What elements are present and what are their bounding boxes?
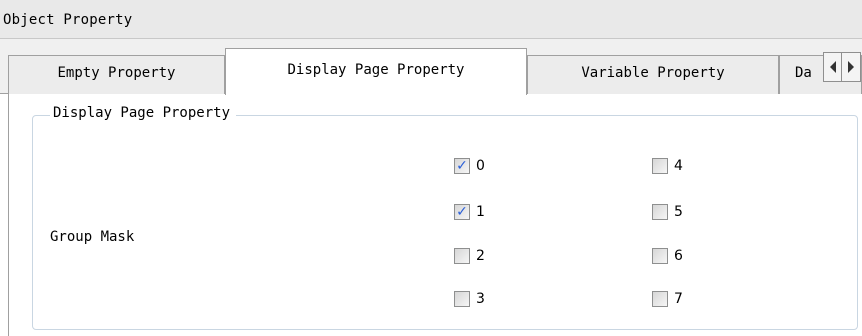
checkbox-label: 7 (674, 291, 683, 307)
checkbox-box[interactable]: ✓ (652, 158, 668, 174)
group-mask-checkbox-6[interactable]: ✓ 6 (652, 246, 683, 266)
window-titlebar: Object Property (0, 0, 862, 39)
group-mask-checkbox-3[interactable]: ✓ 3 (454, 289, 485, 309)
checkbox-label: 5 (674, 204, 683, 220)
checkbox-label: 0 (476, 158, 485, 174)
checkbox-box[interactable]: ✓ (652, 248, 668, 264)
tab-scroll-right-button[interactable] (842, 52, 861, 82)
group-mask-checkbox-4[interactable]: ✓ 4 (652, 156, 683, 176)
checkmark-icon: ✓ (456, 204, 468, 220)
checkbox-box[interactable]: ✓ (652, 291, 668, 307)
group-mask-checkbox-2[interactable]: ✓ 2 (454, 246, 485, 266)
checkbox-box[interactable]: ✓ (454, 158, 470, 174)
group-mask-label: Group Mask (50, 229, 135, 245)
checkbox-box[interactable]: ✓ (454, 291, 470, 307)
checkbox-box[interactable]: ✓ (454, 248, 470, 264)
tab-strip: Empty Property Variable Property Da Disp… (0, 39, 862, 95)
tab-variable-property[interactable]: Variable Property (527, 55, 779, 94)
checkbox-box[interactable]: ✓ (454, 204, 470, 220)
tab-scroll-buttons (823, 52, 861, 82)
checkbox-box[interactable]: ✓ (652, 204, 668, 220)
tab-display-page-property[interactable]: Display Page Property (225, 48, 527, 95)
checkbox-label: 6 (674, 248, 683, 264)
group-mask-checkbox-1[interactable]: ✓ 1 (454, 202, 485, 222)
checkbox-label: 1 (476, 204, 485, 220)
tab-empty-property[interactable]: Empty Property (8, 55, 225, 94)
groupbox-legend: Display Page Property (50, 105, 237, 121)
group-mask-checkbox-5[interactable]: ✓ 5 (652, 202, 683, 222)
group-mask-checkbox-7[interactable]: ✓ 7 (652, 289, 683, 309)
checkbox-label: 4 (674, 158, 683, 174)
group-mask-checkbox-0[interactable]: ✓ 0 (454, 156, 485, 176)
arrow-left-icon (829, 61, 836, 73)
checkmark-icon: ✓ (456, 158, 468, 174)
checkbox-label: 3 (476, 291, 485, 307)
display-page-groupbox (32, 115, 858, 330)
tab-scroll-left-button[interactable] (823, 52, 842, 82)
window-title: Object Property (3, 12, 133, 28)
arrow-right-icon (848, 61, 854, 73)
checkbox-label: 2 (476, 248, 485, 264)
